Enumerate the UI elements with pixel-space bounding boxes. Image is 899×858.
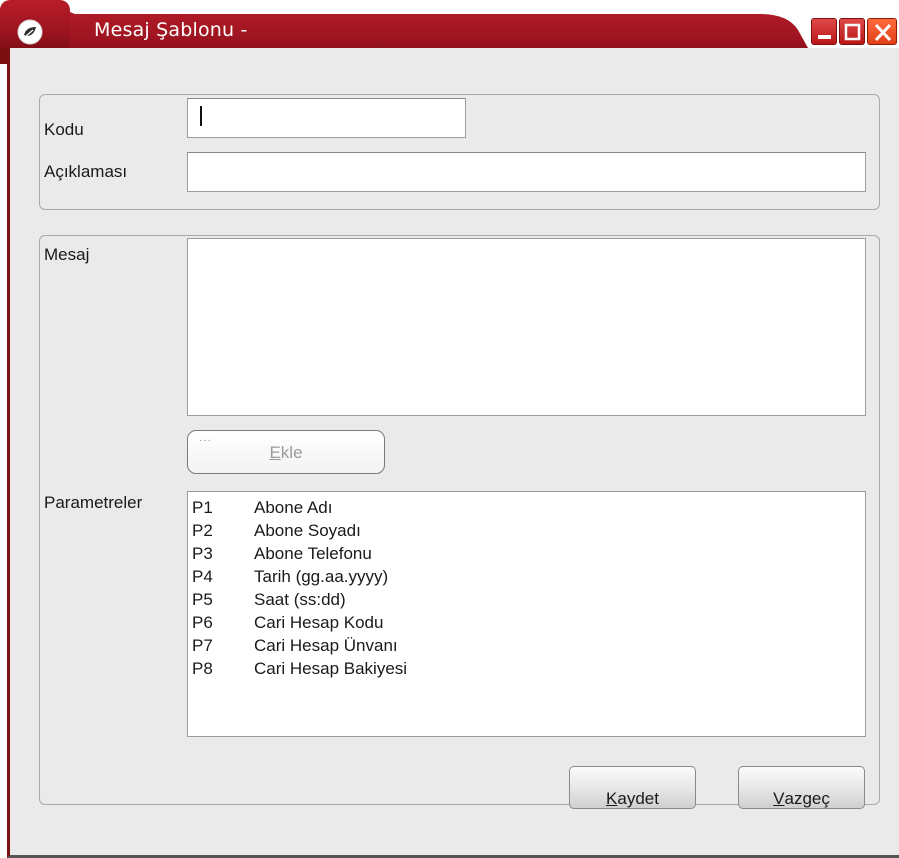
cancel-button-label: Vazgeç: [773, 789, 830, 808]
list-item[interactable]: P2 Abone Soyadı: [188, 521, 865, 544]
param-name: Cari Hesap Kodu: [254, 613, 384, 632]
message-template-window: Mesaj Şablonu - Kodu Açıklaması Mesaj ··…: [0, 0, 899, 858]
param-code: P1: [192, 498, 213, 517]
param-code: P6: [192, 613, 213, 632]
dialog-body: Kodu Açıklaması Mesaj ··· Ekle Parametre…: [7, 52, 899, 858]
list-item[interactable]: P4 Tarih (gg.aa.yyyy): [188, 567, 865, 590]
param-name: Cari Hesap Bakiyesi: [254, 659, 408, 678]
list-item[interactable]: P7 Cari Hesap Ünvanı: [188, 636, 865, 659]
param-name: Tarih (gg.aa.yyyy): [254, 567, 389, 586]
param-code: P2: [192, 521, 213, 540]
param-code: P5: [192, 590, 213, 609]
parametreler-label: Parametreler: [44, 493, 143, 512]
param-name: Abone Soyadı: [254, 521, 361, 540]
param-code: P8: [192, 659, 213, 678]
mesaj-textarea[interactable]: [187, 238, 866, 416]
close-button[interactable]: [867, 18, 897, 45]
minimize-button[interactable]: [811, 18, 837, 45]
param-name: Cari Hesap Ünvanı: [254, 636, 398, 655]
maximize-button[interactable]: [839, 18, 865, 45]
aciklama-input[interactable]: [187, 152, 866, 192]
list-item[interactable]: P5 Saat (ss:dd): [188, 590, 865, 613]
kodu-input[interactable]: [187, 98, 466, 138]
param-name: Saat (ss:dd): [254, 590, 346, 609]
list-item[interactable]: P3 Abone Telefonu: [188, 544, 865, 567]
window-title: Mesaj Şablonu -: [94, 19, 248, 41]
leaf-icon[interactable]: [17, 19, 43, 45]
cancel-button[interactable]: Vazgeç: [738, 766, 865, 809]
param-code: P3: [192, 544, 213, 563]
kodu-label: Kodu: [44, 120, 84, 139]
ekle-button[interactable]: ··· Ekle: [187, 430, 385, 474]
save-button-label: Kaydet: [606, 789, 659, 808]
list-item[interactable]: P8 Cari Hesap Bakiyesi: [188, 659, 865, 682]
list-item[interactable]: P6 Cari Hesap Kodu: [188, 613, 865, 636]
close-icon: [874, 23, 892, 42]
minimize-icon: [818, 35, 831, 39]
maximize-icon: [844, 23, 861, 41]
text-caret: [200, 106, 202, 126]
aciklama-label: Açıklaması: [44, 162, 128, 181]
parameters-listbox[interactable]: P1 Abone Adı P2 Abone Soyadı P3 Abone Telef…: [187, 491, 866, 737]
param-name: Abone Telefonu: [254, 544, 372, 563]
param-code: P4: [192, 567, 213, 586]
param-code: P7: [192, 636, 213, 655]
list-item[interactable]: P1 Abone Adı: [188, 498, 865, 521]
save-button[interactable]: Kaydet: [569, 766, 696, 809]
param-name: Abone Adı: [254, 498, 333, 517]
mesaj-label: Mesaj: [44, 245, 90, 264]
ekle-label: Ekle: [269, 443, 303, 462]
